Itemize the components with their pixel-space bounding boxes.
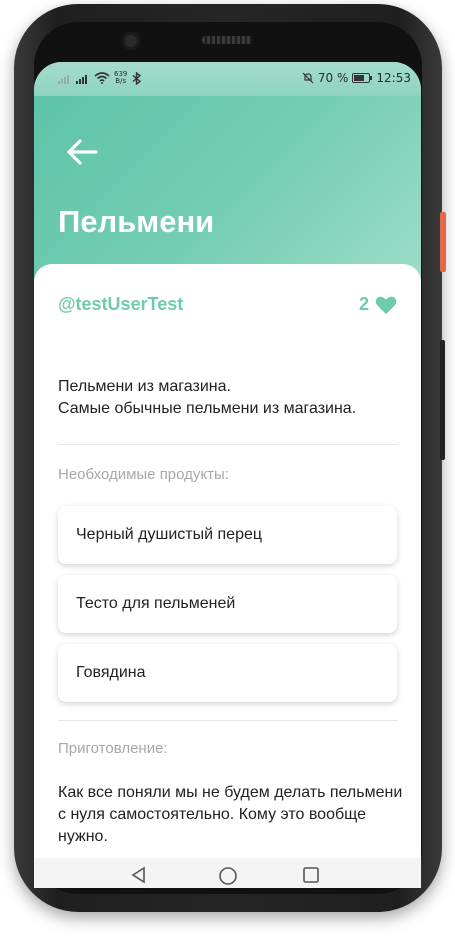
mute-bell-icon: [302, 72, 314, 84]
triangle-back-icon[interactable]: [130, 866, 148, 884]
power-button: [440, 212, 446, 272]
volume-button: [440, 340, 445, 460]
signal-icon: [58, 74, 69, 84]
battery-percent: 70 %: [317, 71, 349, 85]
speed-unit: B/s: [115, 77, 127, 85]
like-button[interactable]: 2: [359, 294, 397, 315]
square-recents-icon[interactable]: [302, 866, 320, 884]
recipe-description: Пельмени из магазина. Самые обычные пель…: [58, 376, 398, 420]
recipe-header: 639 B/s 70 % 12:53 Пельмени: [34, 62, 421, 284]
battery-icon: [352, 73, 373, 83]
network-speed: 639 B/s: [114, 71, 127, 85]
arrow-left-icon: [67, 139, 98, 165]
page-title: Пельмени: [58, 204, 215, 239]
bluetooth-icon: [132, 71, 142, 85]
ingredient-label: Черный душистый перец: [76, 526, 263, 543]
system-nav-bar: [34, 858, 421, 888]
preparation-heading: Приготовление:: [58, 740, 168, 757]
ingredient-label: Говядина: [76, 664, 146, 681]
divider: [58, 720, 398, 721]
earpiece-speaker: [202, 36, 252, 44]
ingredients-heading: Необходимые продукты:: [58, 466, 229, 483]
divider: [58, 444, 398, 445]
description-line: Пельмени из магазина.: [58, 378, 231, 395]
wifi-icon: [94, 72, 110, 84]
status-bar: 639 B/s 70 % 12:53: [34, 62, 421, 96]
clock: 12:53: [376, 71, 411, 85]
screen: 639 B/s 70 % 12:53 Пельмени @testUserTes…: [34, 62, 421, 888]
ingredient-item[interactable]: Черный душистый перец: [58, 506, 397, 564]
recipe-card: @testUserTest 2 Пельмени из магазина. Са…: [34, 264, 421, 888]
ingredient-item[interactable]: Тесто для пельменей: [58, 575, 397, 633]
status-left: 639 B/s: [58, 71, 143, 85]
preparation-text: Как все поняли мы не будем делать пельме…: [58, 784, 403, 845]
front-camera: [122, 32, 140, 50]
description-line: Самые обычные пельмени из магазина.: [58, 400, 357, 417]
status-right: 70 % 12:53: [302, 71, 411, 85]
heart-icon: [375, 296, 397, 314]
circle-home-icon[interactable]: [218, 866, 238, 886]
ingredient-label: Тесто для пельменей: [76, 595, 236, 612]
ingredient-item[interactable]: Говядина: [58, 644, 397, 702]
like-count: 2: [358, 294, 369, 314]
author-link[interactable]: @testUserTest: [58, 294, 183, 315]
signal-icon: [76, 74, 87, 84]
back-button[interactable]: [64, 134, 100, 170]
